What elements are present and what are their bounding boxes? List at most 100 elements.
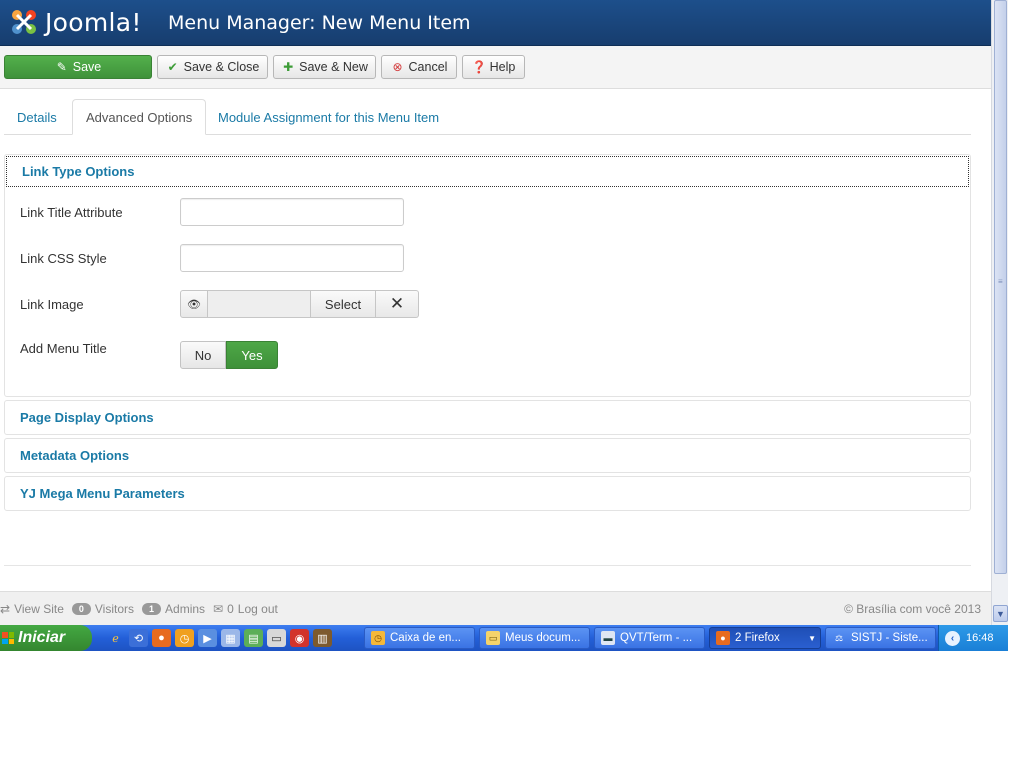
- task-caixa-de-entrada[interactable]: ◷ Caixa de en...: [364, 627, 475, 649]
- add-menu-title-yes-button[interactable]: Yes: [226, 341, 278, 369]
- task-firefox[interactable]: ● 2 Firefox ▼: [709, 627, 821, 649]
- metadata-options-panel: Metadata Options: [4, 438, 971, 473]
- add-menu-title-no-button[interactable]: No: [180, 341, 226, 369]
- link-image-label: Link Image: [20, 296, 84, 312]
- clock-app-icon[interactable]: ◷: [175, 629, 194, 647]
- link-type-options-panel: Link Type Options Link Title Attribute L…: [4, 154, 971, 397]
- clock: 16:48: [966, 632, 994, 644]
- media-player-icon[interactable]: ▶: [198, 629, 217, 647]
- plus-icon: ✚: [283, 60, 294, 74]
- task-label: SISTJ - Siste...: [851, 632, 928, 644]
- eye-icon[interactable]: 👁: [180, 290, 208, 318]
- network-icon[interactable]: ▦: [221, 629, 240, 647]
- terminal-icon: ▬: [601, 631, 615, 645]
- status-left: ⇄ View Site 0 Visitors 1 Admins ✉ 0 Log …: [0, 602, 278, 616]
- link-css-style-row: Link CSS Style: [20, 244, 404, 272]
- page-title: Menu Manager: New Menu Item: [168, 12, 471, 34]
- grip-icon: ≡: [998, 277, 1003, 286]
- save-new-label: Save & New: [299, 60, 368, 74]
- view-site-link[interactable]: View Site: [14, 602, 64, 616]
- task-qvt-term[interactable]: ▬ QVT/Term - ...: [594, 627, 705, 649]
- start-button[interactable]: Iniciar: [0, 625, 92, 651]
- task-label: QVT/Term - ...: [620, 632, 693, 644]
- add-menu-title-row: Add Menu Title No Yes: [20, 341, 278, 369]
- page-display-options-heading[interactable]: Page Display Options: [5, 401, 970, 434]
- tab-advanced-options[interactable]: Advanced Options: [72, 99, 207, 135]
- tab-details[interactable]: Details: [4, 99, 70, 135]
- help-button[interactable]: ❓ Help: [462, 55, 525, 79]
- link-title-attribute-label: Link Title Attribute: [20, 204, 123, 220]
- link-image-row: Link Image 👁 Select ✕: [20, 290, 419, 318]
- visitors-count-badge: 0: [71, 603, 91, 615]
- logout-link[interactable]: Log out: [238, 602, 278, 616]
- check-icon: ✔: [167, 60, 178, 74]
- add-menu-title-toggle: No Yes: [180, 341, 278, 369]
- vertical-scrollbar[interactable]: ≡ ▼: [991, 0, 1008, 625]
- page-display-options-panel: Page Display Options: [4, 400, 971, 435]
- dropdown-arrow-icon: ▼: [808, 633, 816, 643]
- firefox-icon: ●: [716, 631, 730, 645]
- library-icon[interactable]: ▥: [313, 629, 332, 647]
- task-label: 2 Firefox: [735, 632, 780, 644]
- content-divider: [4, 565, 971, 566]
- link-title-attribute-row: Link Title Attribute: [20, 198, 404, 226]
- copyright-text: © Brasília com você 2013: [844, 602, 981, 616]
- yj-mega-menu-panel: YJ Mega Menu Parameters: [4, 476, 971, 511]
- tab-bar: Details Advanced Options Module Assignme…: [4, 99, 971, 135]
- toolbar: ✎ Save ✔ Save & Close ✚ Save & New ⊗ Can…: [0, 46, 991, 89]
- visitors-label: Visitors: [94, 602, 135, 616]
- task-sistj[interactable]: ⚖ SISTJ - Siste...: [825, 627, 936, 649]
- link-image-media-field: 👁 Select ✕: [180, 290, 419, 318]
- joomla-logo[interactable]: Joomla!: [8, 6, 142, 38]
- spreadsheet-icon[interactable]: ▤: [244, 629, 263, 647]
- status-bar: ⇄ View Site 0 Visitors 1 Admins ✉ 0 Log …: [0, 591, 991, 625]
- ie-icon[interactable]: ℯ: [106, 629, 125, 647]
- task-meus-documentos[interactable]: ▭ Meus docum...: [479, 627, 590, 649]
- browser-icon[interactable]: ⟲: [129, 629, 148, 647]
- messages-count[interactable]: 0: [227, 602, 234, 616]
- save-close-button[interactable]: ✔ Save & Close: [157, 55, 268, 79]
- admins-label: Admins: [165, 602, 206, 616]
- link-css-style-input[interactable]: [180, 244, 404, 272]
- chevron-left-icon[interactable]: ‹: [945, 630, 960, 646]
- scrollbar-thumb[interactable]: ≡: [994, 0, 1007, 574]
- link-css-style-label: Link CSS Style: [20, 250, 107, 266]
- tab-module-assignment[interactable]: Module Assignment for this Menu Item: [205, 99, 452, 135]
- help-label: Help: [489, 60, 516, 74]
- save-label: Save: [72, 60, 102, 74]
- edit-icon: ✎: [56, 60, 67, 74]
- admins-count-badge: 1: [142, 603, 162, 615]
- add-menu-title-label: Add Menu Title: [20, 341, 107, 356]
- link-title-attribute-input[interactable]: [180, 198, 404, 226]
- folder-icon: ▭: [486, 631, 500, 645]
- taskbar: Iniciar ℯ ⟲ ● ◷ ▶ ▦ ▤ ▭ ◉ ▥ ◷ Caixa de e…: [0, 625, 1008, 651]
- question-icon: ❓: [471, 60, 487, 74]
- clear-x-icon[interactable]: ✕: [376, 290, 419, 318]
- quick-launch: ℯ ⟲ ● ◷ ▶ ▦ ▤ ▭ ◉ ▥: [106, 629, 332, 647]
- logo-text: Joomla!: [45, 7, 142, 37]
- printer-icon[interactable]: ▭: [267, 629, 286, 647]
- save-button[interactable]: ✎ Save: [4, 55, 152, 79]
- cancel-circle-icon: ⊗: [392, 60, 403, 74]
- cancel-label: Cancel: [408, 60, 448, 74]
- save-close-label: Save & Close: [183, 60, 260, 74]
- envelope-icon: ✉: [213, 602, 224, 616]
- link-type-options-heading[interactable]: Link Type Options: [6, 156, 969, 187]
- windows-flag-icon: [2, 632, 14, 644]
- link-image-select-button[interactable]: Select: [310, 290, 376, 318]
- link-image-path-input[interactable]: [208, 290, 310, 318]
- admin-header: Joomla! Menu Manager: New Menu Item: [0, 0, 991, 46]
- scales-icon: ⚖: [834, 632, 844, 643]
- save-new-button[interactable]: ✚ Save & New: [273, 55, 376, 79]
- app-icon[interactable]: ◉: [290, 629, 309, 647]
- task-label: Caixa de en...: [390, 632, 461, 644]
- yj-mega-menu-heading[interactable]: YJ Mega Menu Parameters: [5, 477, 970, 510]
- system-tray: ‹ 16:48: [938, 625, 1008, 651]
- cancel-button[interactable]: ⊗ Cancel: [381, 55, 457, 79]
- metadata-options-heading[interactable]: Metadata Options: [5, 439, 970, 472]
- scroll-down-arrow-icon[interactable]: ▼: [993, 605, 1008, 622]
- joomla-logo-icon: [12, 10, 36, 34]
- external-link-icon: ⇄: [0, 602, 11, 616]
- firefox-icon[interactable]: ●: [152, 629, 171, 647]
- clock-app-icon: ◷: [371, 631, 385, 645]
